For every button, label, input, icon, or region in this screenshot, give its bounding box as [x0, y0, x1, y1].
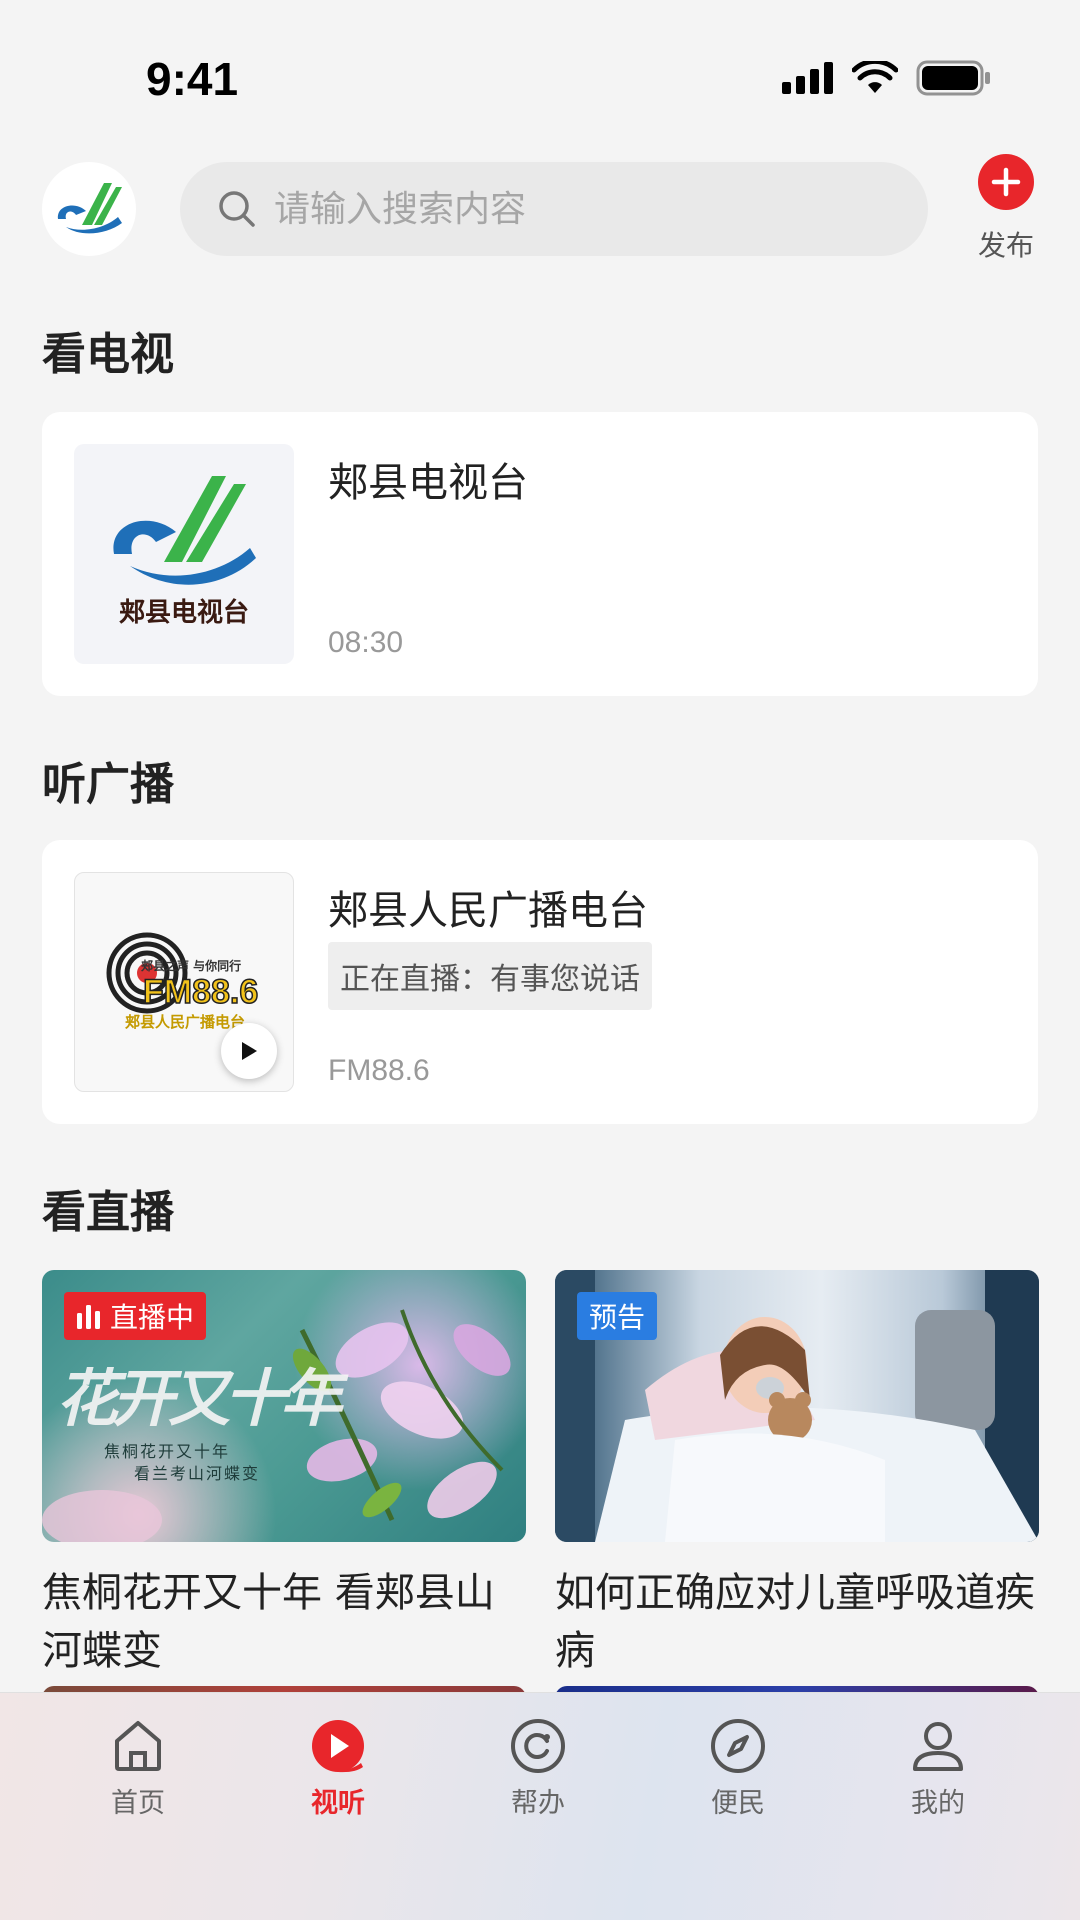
plus-icon	[978, 154, 1034, 210]
radio-station-card[interactable]: 郏县之声 与你同行 FM88.6 郏县人民广播电台 郏县人民广播电台 正在直播：…	[42, 840, 1038, 1124]
help-icon	[511, 1719, 565, 1773]
tab-profile-label: 我的	[911, 1788, 965, 1819]
search-bar[interactable]	[180, 162, 928, 256]
live-art-line-2: 看兰考山河蝶变	[134, 1464, 261, 1483]
preview-status-badge: 预告	[577, 1292, 658, 1340]
section-title-live: 看直播	[42, 1187, 174, 1238]
battery-icon	[916, 60, 990, 96]
preview-badge-label: 预告	[589, 1301, 646, 1334]
live-badge-label: 直播中	[110, 1301, 195, 1334]
status-bar: 9:41	[0, 0, 1080, 140]
live-item[interactable]: 预告 如何正确应对儿童呼吸道疾病	[555, 1270, 1039, 1680]
radio-logo-frequency: FM88.6	[142, 972, 259, 1012]
compass-icon	[711, 1719, 765, 1773]
tab-audio-video[interactable]: 视听	[268, 1717, 408, 1820]
radio-logo-slogan: 郏县之声 与你同行	[141, 959, 242, 973]
tab-audio-video-label: 视听	[311, 1788, 365, 1819]
now-playing-tag: 正在直播：有事您说话	[328, 942, 652, 1010]
radio-station-thumbnail: 郏县之声 与你同行 FM88.6 郏县人民广播电台	[74, 872, 294, 1092]
publish-button[interactable]: 发布	[968, 150, 1044, 264]
play-icon	[312, 1720, 364, 1773]
tv-station-thumbnail: 郏县电视台	[74, 444, 294, 664]
tab-help[interactable]: 帮办	[468, 1717, 608, 1820]
live-item[interactable]: 花开又十年 焦桐花开又十年 看兰考山河蝶变 直播中 焦桐花开又十年 看郏县山河蝶…	[42, 1270, 526, 1680]
status-icons	[782, 60, 992, 96]
play-button[interactable]	[221, 1023, 277, 1079]
app-logo[interactable]	[42, 162, 136, 256]
live-thumbnail: 花开又十年 焦桐花开又十年 看兰考山河蝶变 直播中	[42, 1270, 526, 1542]
section-title-tv: 看电视	[42, 329, 174, 380]
tv-station-time: 08:30	[328, 626, 404, 659]
live-title: 如何正确应对儿童呼吸道疾病	[555, 1570, 1035, 1674]
live-status-badge: 直播中	[64, 1292, 207, 1340]
radio-logo-name: 郏县人民广播电台	[125, 1013, 246, 1031]
tab-services[interactable]: 便民	[668, 1717, 808, 1820]
bottom-tab-bar: 首页 视听 帮办 便民 我的	[0, 1692, 1080, 1920]
home-icon	[115, 1721, 161, 1771]
live-art-title: 花开又十年	[56, 1362, 342, 1435]
tab-help-label: 帮办	[511, 1788, 565, 1819]
play-icon	[242, 1042, 257, 1060]
live-bars-icon	[77, 1305, 100, 1329]
tab-home-label: 首页	[111, 1788, 165, 1819]
tv-station-logo-icon	[113, 476, 256, 585]
header: 发布	[0, 150, 1080, 270]
search-icon	[219, 191, 255, 227]
tv-station-logo-text: 郏县电视台	[118, 598, 249, 628]
publish-label: 发布	[977, 229, 1034, 262]
tab-home[interactable]: 首页	[68, 1717, 208, 1820]
live-thumbnail: 预告	[555, 1270, 1039, 1542]
tv-station-name: 郏县电视台	[328, 460, 528, 506]
live-art-line-1: 焦桐花开又十年	[104, 1442, 231, 1461]
section-title-radio: 听广播	[42, 759, 174, 810]
tv-station-logo-icon	[57, 183, 122, 234]
cellular-signal-icon	[782, 62, 833, 94]
search-input[interactable]	[274, 188, 834, 230]
tab-services-label: 便民	[711, 1788, 765, 1819]
radio-frequency: FM88.6	[328, 1054, 430, 1087]
live-title: 焦桐花开又十年 看郏县山河蝶变	[42, 1570, 495, 1674]
tab-profile[interactable]: 我的	[868, 1717, 1008, 1820]
status-time: 9:41	[146, 53, 239, 105]
tv-station-card[interactable]: 郏县电视台 郏县电视台 08:30	[42, 412, 1038, 696]
radio-station-name: 郏县人民广播电台	[328, 888, 648, 934]
wifi-icon	[852, 61, 898, 93]
user-icon	[913, 1722, 963, 1771]
